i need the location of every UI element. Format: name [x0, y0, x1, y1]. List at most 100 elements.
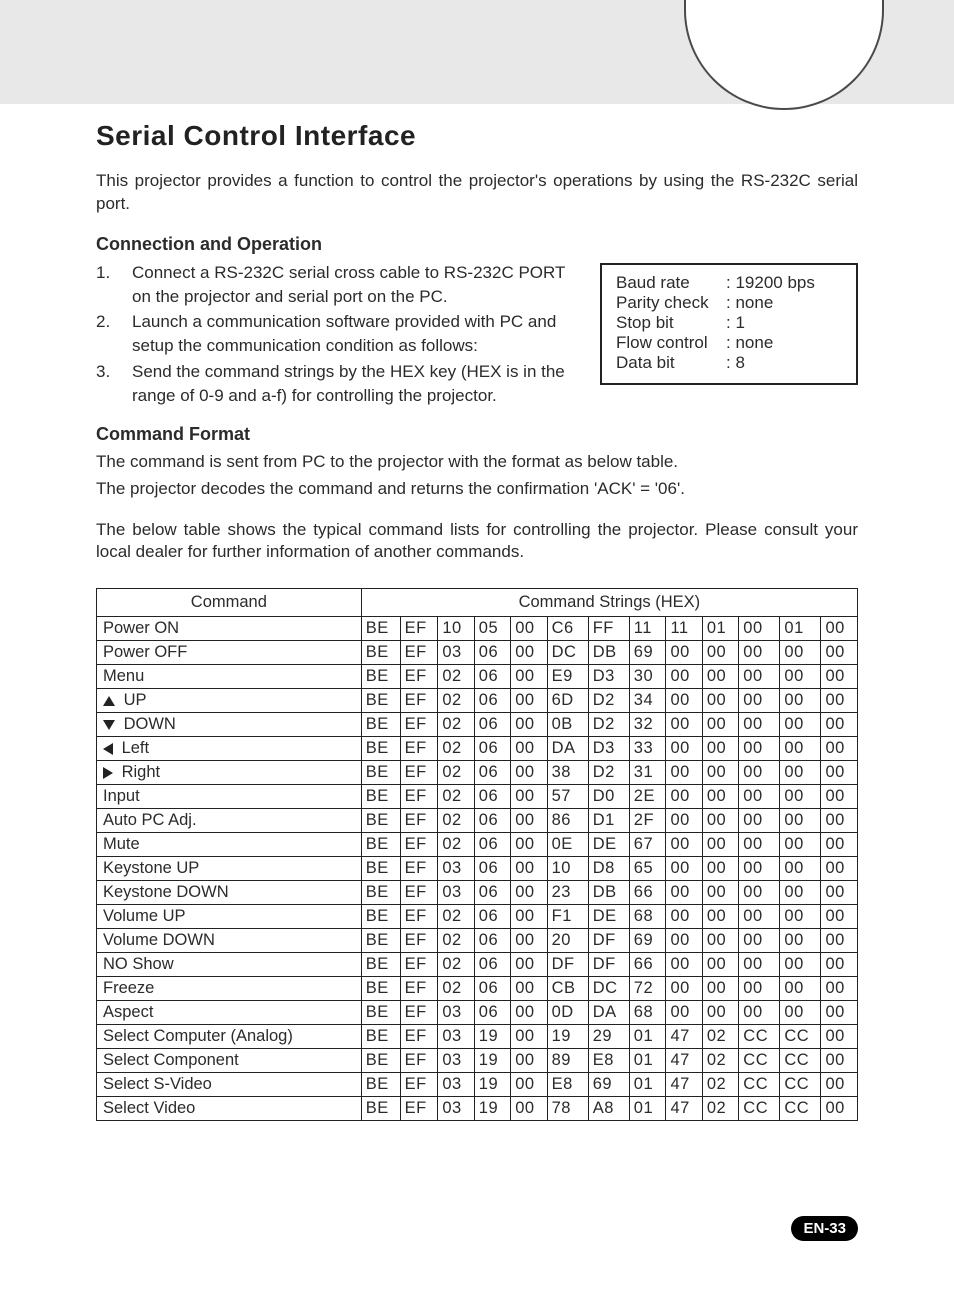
command-desc-2: The projector decodes the command and re…	[96, 478, 858, 501]
comm-param-value: none	[726, 293, 773, 313]
hex-cell: 00	[780, 953, 821, 977]
hex-cell: 00	[821, 1001, 858, 1025]
hex-cell: 00	[702, 1001, 738, 1025]
command-label-cell: Select Component	[97, 1049, 362, 1073]
command-label-cell: NO Show	[97, 953, 362, 977]
hex-cell: 00	[511, 1001, 547, 1025]
hex-cell: 00	[780, 785, 821, 809]
hex-cell: BE	[361, 713, 400, 737]
hex-cell: 10	[547, 857, 588, 881]
hex-cell: BE	[361, 857, 400, 881]
right-icon	[103, 767, 113, 779]
hex-cell: 06	[474, 761, 510, 785]
hex-cell: 00	[666, 857, 702, 881]
step-number: 3.	[96, 360, 132, 408]
step-text: Launch a communication software provided…	[132, 310, 582, 358]
hex-cell: 02	[438, 809, 474, 833]
command-label-text: Select S-Video	[103, 1075, 212, 1093]
hex-cell: 03	[438, 1001, 474, 1025]
hex-cell: DF	[588, 953, 629, 977]
table-row: LeftBEEF020600DAD3330000000000	[97, 737, 858, 761]
hex-cell: 00	[511, 641, 547, 665]
hex-cell: 0D	[547, 1001, 588, 1025]
hex-cell: 02	[438, 929, 474, 953]
hex-cell: 03	[438, 1049, 474, 1073]
hex-cell: 86	[547, 809, 588, 833]
hex-cell: CC	[780, 1049, 821, 1073]
hex-cell: 03	[438, 1025, 474, 1049]
comm-param-row: Baud rate19200 bps	[616, 273, 842, 293]
hex-cell: CB	[547, 977, 588, 1001]
hex-cell: EF	[400, 689, 438, 713]
hex-cell: BE	[361, 953, 400, 977]
command-label-cell: Aspect	[97, 1001, 362, 1025]
hex-cell: 06	[474, 905, 510, 929]
command-label-text: Power ON	[103, 619, 179, 637]
hex-cell: 19	[474, 1097, 510, 1121]
hex-cell: 20	[547, 929, 588, 953]
table-row: UPBEEF0206006DD2340000000000	[97, 689, 858, 713]
hex-cell: 06	[474, 665, 510, 689]
hex-cell: 00	[702, 809, 738, 833]
command-label-cell: Auto PC Adj.	[97, 809, 362, 833]
page-number-badge: EN-33	[791, 1216, 858, 1241]
table-row: InputBEEF02060057D02E0000000000	[97, 785, 858, 809]
command-label-text: Volume UP	[103, 907, 186, 925]
hex-cell: CC	[780, 1097, 821, 1121]
hex-cell: 38	[547, 761, 588, 785]
hex-cell: 47	[666, 1049, 702, 1073]
hex-cell: EF	[400, 929, 438, 953]
hex-cell: A8	[588, 1097, 629, 1121]
hex-cell: 00	[511, 809, 547, 833]
command-label-cell: Volume DOWN	[97, 929, 362, 953]
hex-cell: BE	[361, 785, 400, 809]
hex-cell: EF	[400, 713, 438, 737]
hex-cell: 00	[821, 785, 858, 809]
command-label-cell: Select S-Video	[97, 1073, 362, 1097]
hex-cell: 00	[780, 1001, 821, 1025]
step-item: 1.Connect a RS-232C serial cross cable t…	[96, 261, 582, 309]
hex-cell: EF	[400, 1001, 438, 1025]
hex-cell: 00	[780, 641, 821, 665]
hex-cell: 00	[702, 857, 738, 881]
hex-cell: BE	[361, 761, 400, 785]
hex-cell: EF	[400, 641, 438, 665]
hex-cell: 19	[474, 1049, 510, 1073]
comm-param-row: Stop bit1	[616, 313, 842, 333]
hex-cell: 10	[438, 617, 474, 641]
hex-cell: 02	[702, 1025, 738, 1049]
hex-cell: 00	[511, 1097, 547, 1121]
table-row: AspectBEEF0306000DDA680000000000	[97, 1001, 858, 1025]
comm-param-row: Data bit8	[616, 353, 842, 373]
hex-cell: 00	[666, 713, 702, 737]
comm-param-label: Data bit	[616, 353, 726, 373]
command-label-text: Left	[117, 739, 149, 757]
command-label-cell: DOWN	[97, 713, 362, 737]
hex-cell: 02	[438, 953, 474, 977]
hex-cell: 00	[511, 737, 547, 761]
hex-cell: 02	[438, 737, 474, 761]
intro-paragraph: This projector provides a function to co…	[96, 170, 858, 216]
hex-cell: E8	[547, 1073, 588, 1097]
hex-cell: 72	[629, 977, 666, 1001]
hex-cell: DA	[547, 737, 588, 761]
hex-cell: 00	[666, 953, 702, 977]
table-row: Select VideoBEEF03190078A8014702CCCC00	[97, 1097, 858, 1121]
hex-cell: 00	[739, 689, 780, 713]
hex-cell: BE	[361, 641, 400, 665]
hex-cell: 00	[702, 737, 738, 761]
hex-cell: 00	[511, 713, 547, 737]
hex-cell: D3	[588, 665, 629, 689]
table-row: NO ShowBEEF020600DFDF660000000000	[97, 953, 858, 977]
hex-cell: BE	[361, 617, 400, 641]
table-row: DOWNBEEF0206000BD2320000000000	[97, 713, 858, 737]
hex-cell: 00	[780, 665, 821, 689]
hex-cell: EF	[400, 1025, 438, 1049]
command-label-text: Select Computer (Analog)	[103, 1027, 293, 1045]
hex-cell: 00	[821, 665, 858, 689]
comm-param-label: Flow control	[616, 333, 726, 353]
hex-cell: 00	[739, 929, 780, 953]
hex-cell: 06	[474, 689, 510, 713]
table-row: Power OFFBEEF030600DCDB690000000000	[97, 641, 858, 665]
hex-cell: 00	[821, 929, 858, 953]
